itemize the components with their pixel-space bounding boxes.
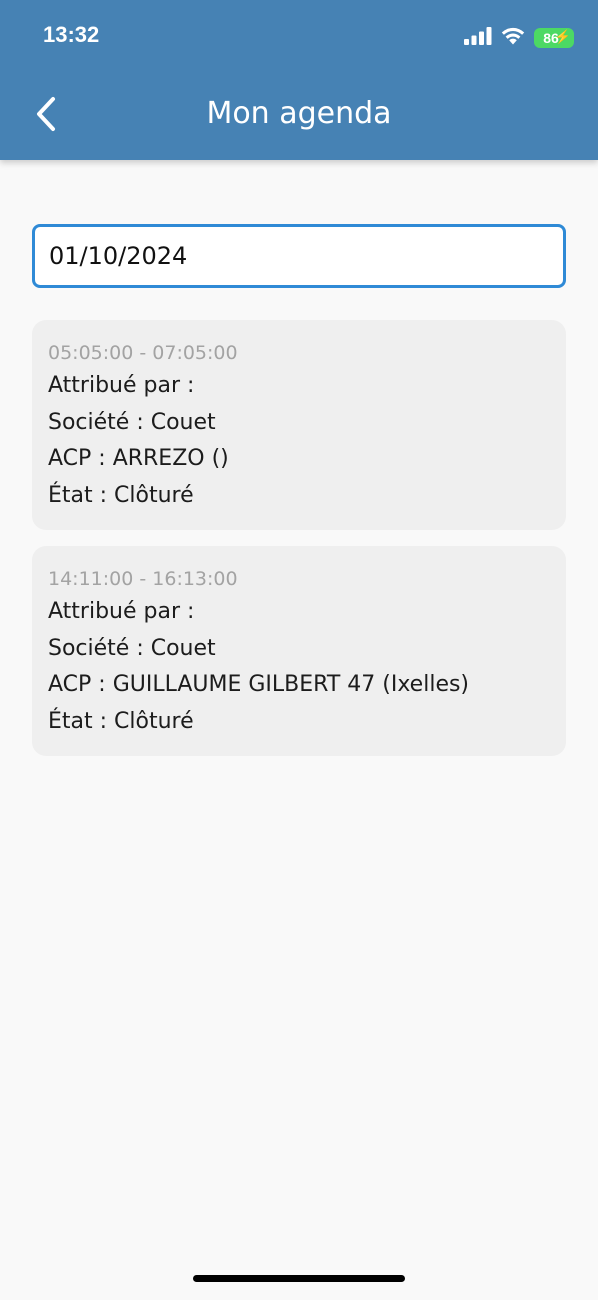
company: Société : Couet [48,409,216,435]
appointment-card[interactable]: 14:11:00 - 16:13:00 Attribué par : Socié… [32,546,566,756]
acp: ACP : ARREZO () [48,446,229,471]
signal-icon [464,26,492,49]
company: Société : Couet [48,635,216,661]
appointment-time: 14:11:00 - 16:13:00 [48,568,238,590]
appointment-time: 05:05:00 - 07:05:00 [48,342,238,364]
app-screen: 13:32 86 ⚡ Mon agenda 01/10/2024 05:05:0… [0,0,598,1300]
acp: ACP : GUILLAUME GILBERT 47 (Ixelles) [48,672,470,697]
wifi-icon [500,26,526,49]
assigned-by: Attribué par : [48,599,195,624]
home-indicator[interactable] [193,1275,405,1282]
status-time: 13:32 [43,22,100,47]
assigned-by: Attribué par : [48,373,195,398]
status-icons: 86 ⚡ [464,26,574,49]
state: État : Clôturé [48,482,194,508]
state: État : Clôturé [48,708,194,734]
app-header: 13:32 86 ⚡ Mon agenda [0,0,598,160]
appointment-card[interactable]: 05:05:00 - 07:05:00 Attribué par : Socié… [32,320,566,530]
page-title: Mon agenda [206,96,392,131]
charging-bolt-icon: ⚡ [554,28,571,44]
battery-icon: 86 ⚡ [534,27,574,48]
date-field[interactable] [32,224,566,288]
